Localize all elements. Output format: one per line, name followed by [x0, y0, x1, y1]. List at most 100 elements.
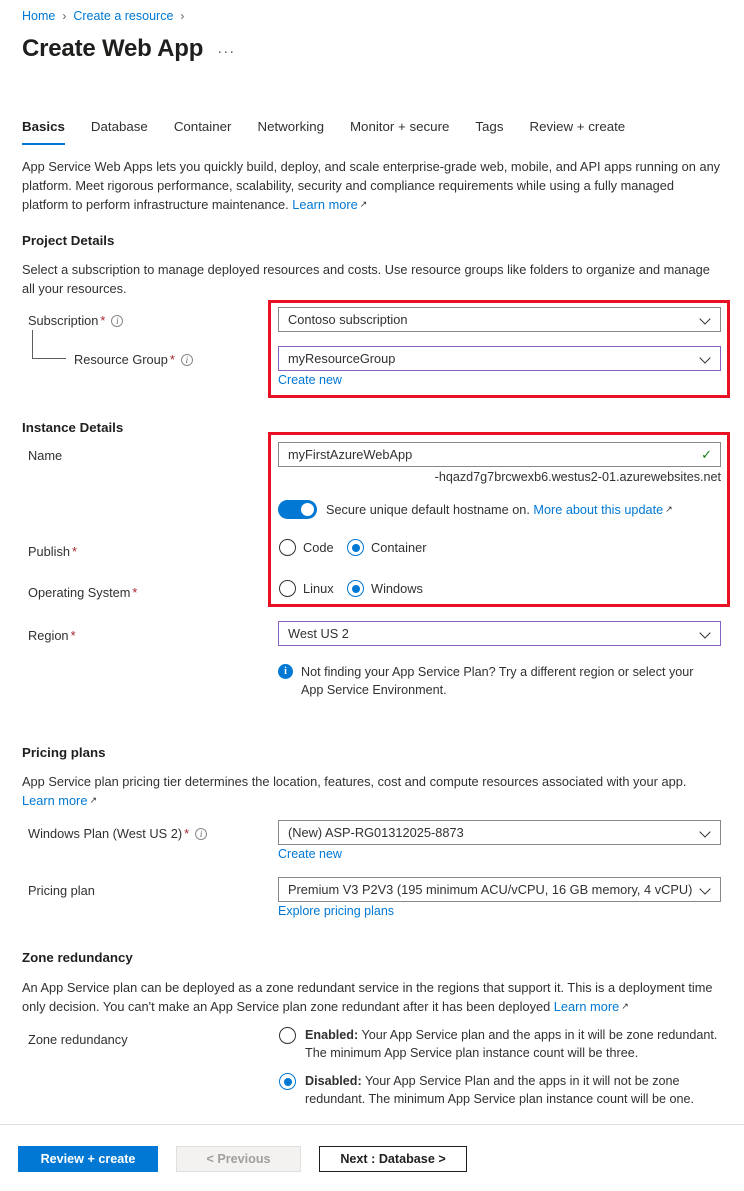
required-asterisk: * — [169, 352, 175, 367]
more-actions-icon[interactable]: ··· — [217, 43, 235, 64]
pricing-plan-label: Pricing plan — [28, 883, 95, 898]
section-heading-instance-details: Instance Details — [22, 420, 124, 435]
app-name-input[interactable]: myFirstAzureWebApp ✓ — [278, 442, 721, 467]
tab-monitor-secure[interactable]: Monitor + secure — [350, 118, 466, 145]
region-info-note-text: Not finding your App Service Plan? Try a… — [301, 665, 694, 697]
region-value: West US 2 — [288, 626, 349, 641]
create-web-app-page: Home › Create a resource › Create Web Ap… — [0, 0, 744, 1191]
radio-icon[interactable] — [279, 539, 296, 556]
region-info-note: i Not finding your App Service Plan? Try… — [278, 663, 716, 699]
name-label: Name — [28, 448, 63, 463]
section-description-zone-redundancy: An App Service plan can be deployed as a… — [22, 978, 722, 1016]
previous-button[interactable]: < Previous — [176, 1146, 301, 1172]
tab-container[interactable]: Container — [174, 118, 249, 145]
wizard-tabs: Basics Database Container Networking Mon… — [22, 118, 651, 145]
footer-separator — [0, 1124, 744, 1125]
windows-plan-value: (New) ASP-RG01312025-8873 — [288, 825, 464, 840]
breadcrumb-item-home[interactable]: Home — [22, 8, 55, 24]
secure-hostname-toggle[interactable] — [278, 500, 317, 519]
zone-redundancy-enabled-description: Your App Service plan and the apps in it… — [305, 1028, 718, 1060]
title-row: Create Web App ··· — [22, 34, 235, 64]
info-circle-icon: i — [278, 664, 293, 679]
chevron-down-icon — [701, 628, 712, 639]
os-option-windows-label: Windows — [371, 581, 423, 596]
intro-learn-more-link[interactable]: Learn more — [292, 197, 357, 212]
zone-redundancy-option-disabled[interactable]: Disabled: Your App Service Plan and the … — [279, 1072, 725, 1108]
tab-database[interactable]: Database — [91, 118, 165, 145]
windows-plan-dropdown[interactable]: (New) ASP-RG01312025-8873 — [278, 820, 721, 845]
operating-system-label: Operating System * — [28, 585, 138, 600]
os-option-windows[interactable]: Windows — [347, 580, 423, 597]
intro-paragraph: App Service Web Apps lets you quickly bu… — [22, 157, 722, 214]
radio-icon-selected[interactable] — [347, 539, 364, 556]
required-asterisk: * — [100, 313, 106, 328]
external-link-icon: ↗ — [359, 199, 368, 209]
resource-group-label: Resource Group * i — [74, 351, 193, 368]
breadcrumb-item-create-a-resource[interactable]: Create a resource — [73, 8, 173, 24]
zone-redundancy-enabled-text: Enabled: Your App Service plan and the a… — [305, 1026, 725, 1062]
os-option-linux[interactable]: Linux — [279, 580, 347, 597]
zone-redundancy-option-enabled[interactable]: Enabled: Your App Service plan and the a… — [279, 1026, 725, 1062]
validation-check-icon: ✓ — [701, 446, 712, 462]
pricing-plan-dropdown[interactable]: Premium V3 P2V3 (195 minimum ACU/vCPU, 1… — [278, 877, 721, 902]
zone-redundancy-learn-more-link[interactable]: Learn more — [554, 999, 619, 1014]
breadcrumb-separator-icon: › — [62, 9, 67, 23]
external-link-icon: ↗ — [89, 795, 97, 805]
subscription-label: Subscription * i — [28, 312, 124, 329]
app-name-value: myFirstAzureWebApp — [288, 447, 413, 462]
info-icon[interactable]: i — [195, 828, 208, 840]
external-link-icon: ↗ — [665, 503, 673, 514]
required-asterisk: * — [184, 826, 190, 841]
pricing-plan-value: Premium V3 P2V3 (195 minimum ACU/vCPU, 1… — [288, 882, 693, 897]
subscription-dropdown[interactable]: Contoso subscription — [278, 307, 721, 332]
pricing-plans-description-text: App Service plan pricing tier determines… — [22, 774, 687, 789]
operating-system-radio-group: Linux Windows — [279, 580, 423, 597]
external-link-icon: ↗ — [621, 1001, 629, 1011]
radio-icon[interactable] — [279, 1027, 296, 1044]
publish-option-code-label: Code — [303, 540, 334, 555]
secure-hostname-link[interactable]: More about this update — [533, 503, 663, 517]
subscription-value: Contoso subscription — [288, 312, 408, 327]
required-asterisk: * — [70, 628, 76, 643]
tab-tags[interactable]: Tags — [475, 118, 520, 145]
tab-networking[interactable]: Networking — [257, 118, 341, 145]
resource-group-value: myResourceGroup — [288, 351, 396, 366]
resource-group-tree-connector — [32, 330, 66, 359]
review-create-button[interactable]: Review + create — [18, 1146, 158, 1172]
region-dropdown[interactable]: West US 2 — [278, 621, 721, 646]
publish-option-container[interactable]: Container — [347, 539, 427, 556]
radio-icon[interactable] — [279, 580, 296, 597]
resource-group-dropdown[interactable]: myResourceGroup — [278, 346, 721, 371]
publish-label: Publish * — [28, 544, 77, 559]
pricing-plans-learn-more-link[interactable]: Learn more — [22, 793, 87, 808]
publish-option-code[interactable]: Code — [279, 539, 347, 556]
windows-plan-label: Windows Plan (West US 2) * i — [28, 825, 208, 842]
zone-redundancy-disabled-text: Disabled: Your App Service Plan and the … — [305, 1072, 725, 1108]
explore-pricing-plans-link[interactable]: Explore pricing plans — [278, 904, 394, 918]
breadcrumb-separator-icon-2: › — [180, 9, 185, 23]
radio-icon-selected[interactable] — [279, 1073, 296, 1090]
region-label: Region * — [28, 628, 76, 643]
next-database-button[interactable]: Next : Database > — [319, 1146, 467, 1172]
info-icon[interactable]: i — [111, 315, 124, 327]
tab-review-create[interactable]: Review + create — [529, 118, 642, 145]
wizard-footer: Review + create < Previous Next : Databa… — [18, 1146, 467, 1172]
publish-radio-group: Code Container — [279, 539, 427, 556]
hostname-suffix: -hqazd7g7brcwexb6.westus2-01.azurewebsit… — [434, 470, 721, 484]
tab-basics[interactable]: Basics — [22, 118, 82, 145]
section-heading-pricing-plans: Pricing plans — [22, 745, 106, 760]
zone-redundancy-disabled-description: Your App Service Plan and the apps in it… — [305, 1074, 694, 1106]
radio-icon-selected[interactable] — [347, 580, 364, 597]
intro-text: App Service Web Apps lets you quickly bu… — [22, 159, 721, 212]
resource-group-create-new-link[interactable]: Create new — [278, 373, 342, 387]
publish-option-container-label: Container — [371, 540, 427, 555]
secure-hostname-row: Secure unique default hostname on. More … — [278, 500, 673, 519]
section-description-project-details: Select a subscription to manage deployed… — [22, 262, 710, 296]
windows-plan-create-new-link[interactable]: Create new — [278, 847, 342, 861]
required-asterisk: * — [132, 585, 138, 600]
info-icon[interactable]: i — [180, 354, 193, 366]
chevron-down-icon — [701, 884, 712, 895]
section-heading-project-details: Project Details — [22, 233, 115, 248]
required-asterisk: * — [71, 544, 77, 559]
chevron-down-icon — [701, 353, 712, 364]
